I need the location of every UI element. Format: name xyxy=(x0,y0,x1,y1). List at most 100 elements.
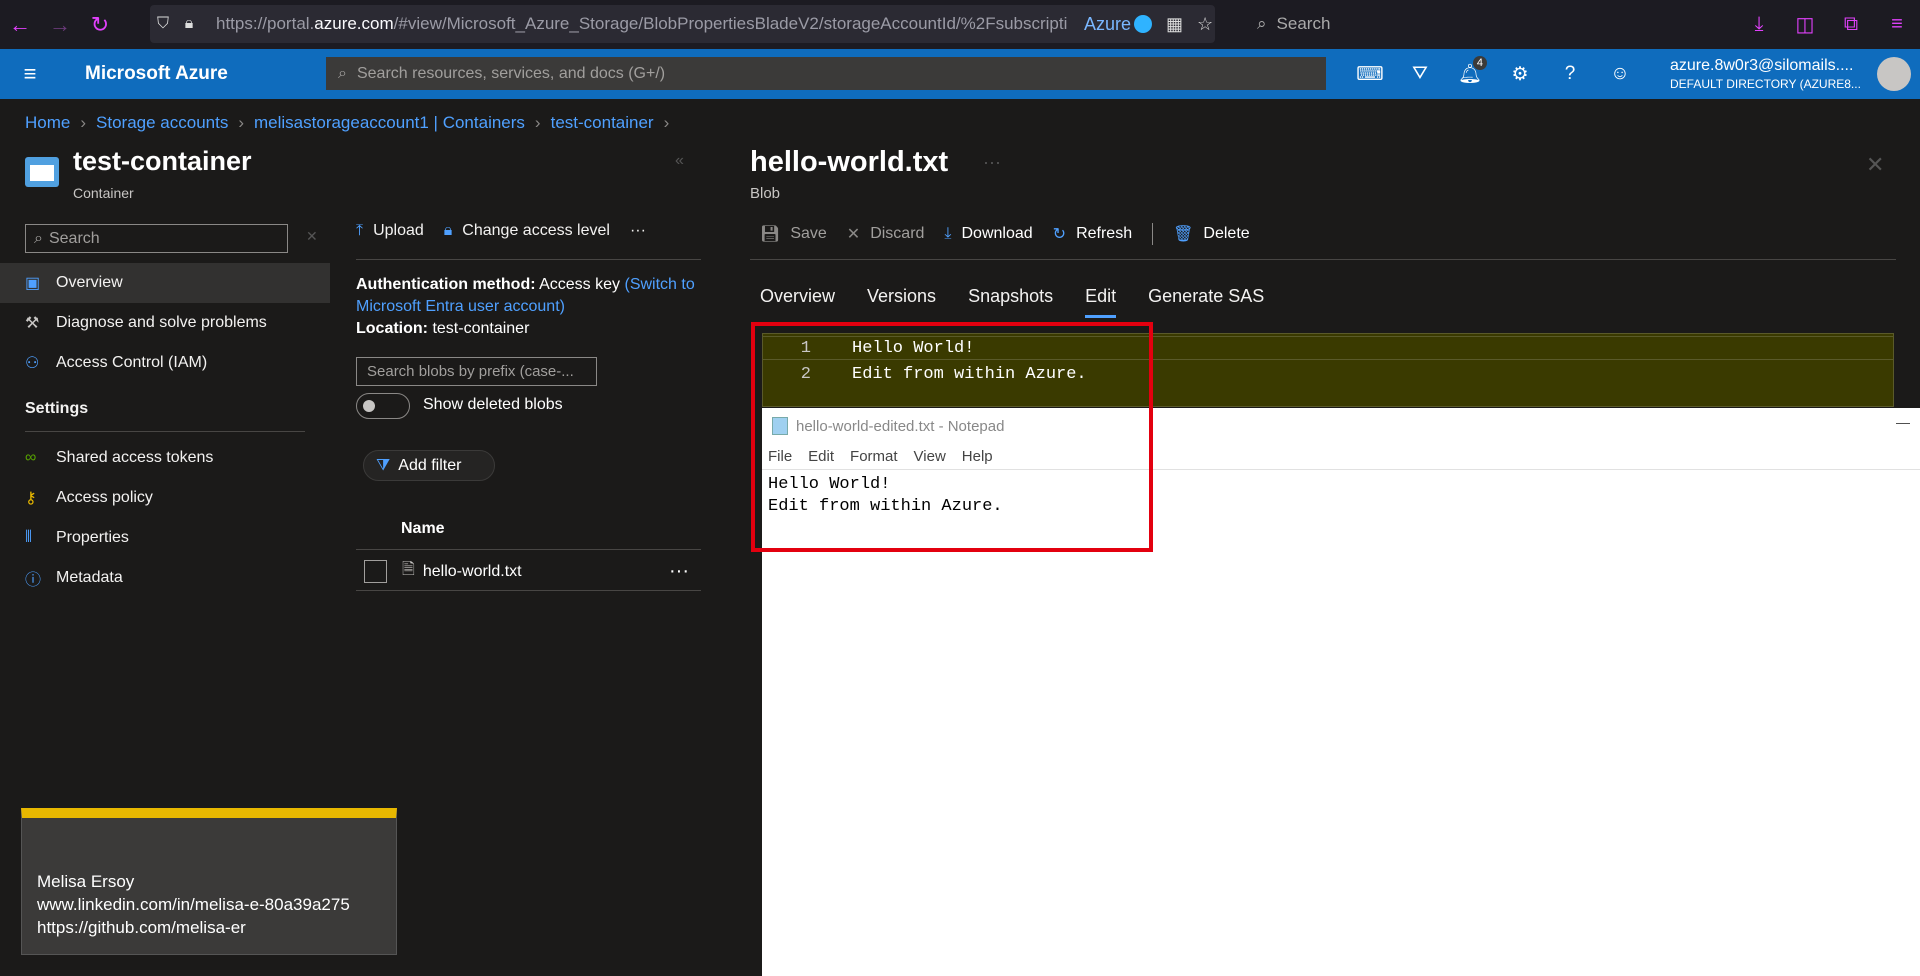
menu-item-metadata[interactable]: ⓘ Metadata xyxy=(0,558,330,598)
toolbar-separator xyxy=(1152,223,1154,245)
link-icon: ∞ xyxy=(25,449,37,466)
page-title: test-container xyxy=(73,146,252,176)
breadcrumb-home[interactable]: Home xyxy=(25,113,70,133)
lock-icon[interactable]: 🔒︎ xyxy=(444,222,453,240)
settings-gear-icon[interactable]: ⚙ xyxy=(1495,49,1545,99)
account-name: azure.8w0r3@silomails.... xyxy=(1670,57,1854,74)
forward-arrow-icon[interactable]: → xyxy=(40,0,80,49)
menu-icon[interactable]: ≡ xyxy=(1874,13,1920,36)
settings-heading: Settings xyxy=(25,400,89,417)
account-info[interactable]: azure.8w0r3@silomails.... DEFAULT DIRECT… xyxy=(1670,57,1861,91)
file-icon: 🗎 xyxy=(402,561,415,578)
browser-search[interactable]: ⌕ Search xyxy=(1257,5,1717,43)
author-name: Melisa Ersoy xyxy=(37,872,135,891)
filter-add-icon: ⧩ xyxy=(376,456,391,474)
show-deleted-label: Show deleted blobs xyxy=(423,396,563,413)
lock-icon[interactable]: 🔒︎ xyxy=(176,15,202,33)
row-more-options-icon[interactable]: ··· xyxy=(669,560,689,583)
discard-button[interactable]: Discard xyxy=(870,225,924,243)
menu-search-input[interactable]: ⌕ Search xyxy=(25,224,288,253)
notifications-bell-icon[interactable]: 🔔︎ 4 xyxy=(1445,49,1495,99)
minimize-icon[interactable]: — xyxy=(1896,414,1910,430)
browser-actions: ⤓ ◫ ⧉ ≡ xyxy=(1736,0,1920,49)
blob-more-icon[interactable]: ··· xyxy=(983,152,1001,173)
resource-menu: ▣ Overview ⚒ Diagnose and solve problems ⚇… xyxy=(0,263,330,598)
discard-x-icon: ✕ xyxy=(846,226,861,243)
download-icon: ⤓ xyxy=(944,225,952,242)
menu-item-diagnose[interactable]: ⚒ Diagnose and solve problems xyxy=(0,303,330,343)
back-arrow-icon[interactable]: ← xyxy=(0,0,40,49)
download-icon[interactable]: ⤓ xyxy=(1736,13,1782,36)
feedback-icon[interactable]: ☺ xyxy=(1595,49,1645,99)
signature-card: Melisa Ersoy www.linkedin.com/in/melisa-… xyxy=(21,808,397,955)
url-text[interactable]: https://portal.azure.com/#view/Microsoft… xyxy=(216,14,1076,34)
collapse-menu-icon[interactable]: « xyxy=(675,152,684,170)
avatar[interactable] xyxy=(1877,57,1911,91)
close-icon[interactable]: ✕ xyxy=(306,228,318,245)
blob-toolbar: 💾︎ Save ✕ Discard ⤓ Download ↻ Refresh 🗑… xyxy=(760,223,1250,245)
blob-subtitle: Blob xyxy=(750,185,781,202)
tab-edit[interactable]: Edit xyxy=(1085,286,1117,318)
global-search-input[interactable]: ⌕ Search resources, services, and docs (… xyxy=(326,57,1326,90)
search-icon: ⌕ xyxy=(1257,14,1267,33)
tab-generate-sas[interactable]: Generate SAS xyxy=(1148,286,1264,318)
global-search-placeholder: Search resources, services, and docs (G+… xyxy=(356,64,666,82)
browser-toolbar: ← → ↻ ⛉ 🔒︎ https://portal.azure.com/#vie… xyxy=(0,0,1920,49)
upload-button[interactable]: Upload xyxy=(373,222,424,240)
cloud-shell-icon[interactable]: ⌨ xyxy=(1345,49,1395,99)
add-filter-button[interactable]: ⧩ Add filter xyxy=(363,450,495,481)
refresh-button[interactable]: Refresh xyxy=(1076,225,1132,243)
chevron-right-icon: › xyxy=(663,113,670,132)
linkedin-url: www.linkedin.com/in/melisa-e-80a39a275 xyxy=(37,895,350,914)
search-icon: ⌕ xyxy=(338,64,347,82)
chevron-right-icon: › xyxy=(238,113,245,132)
tab-snapshots[interactable]: Snapshots xyxy=(968,286,1053,318)
menu-item-properties[interactable]: ⦀ Properties xyxy=(0,518,330,558)
divider xyxy=(750,259,1896,260)
save-icon: 💾︎ xyxy=(760,226,781,243)
tab-versions[interactable]: Versions xyxy=(867,286,936,318)
url-bar[interactable]: ⛉ 🔒︎ https://portal.azure.com/#view/Micr… xyxy=(150,5,1215,43)
directory-filter-icon[interactable]: ⛛ xyxy=(1395,49,1445,99)
menu-item-shared-access-tokens[interactable]: ∞ Shared access tokens xyxy=(0,438,330,478)
extension-puzzle-icon[interactable]: ⧉ xyxy=(1828,13,1874,36)
menu-item-access-policy[interactable]: ⚷ Access policy xyxy=(0,478,330,518)
blob-title: hello-world.txt xyxy=(750,146,949,178)
download-button[interactable]: Download xyxy=(962,225,1033,243)
extensions-grid-icon[interactable]: ▦ xyxy=(1166,14,1183,35)
azure-brand[interactable]: Microsoft Azure xyxy=(85,63,326,85)
menu-label: Access Control (IAM) xyxy=(56,354,208,371)
container-icon xyxy=(25,157,59,187)
close-blade-icon[interactable]: ✕ xyxy=(1866,152,1884,178)
row-checkbox[interactable] xyxy=(364,560,387,583)
bookmark-star-icon[interactable]: ☆ xyxy=(1197,14,1213,35)
sidebar-icon[interactable]: ◫ xyxy=(1782,12,1828,37)
blob-name-link[interactable]: hello-world.txt xyxy=(423,563,522,581)
breadcrumb-containers[interactable]: melisastorageaccount1 | Containers xyxy=(254,113,525,133)
page-subtitle: Container xyxy=(73,185,134,201)
menu-item-overview[interactable]: ▣ Overview xyxy=(0,263,330,303)
shield-icon[interactable]: ⛉ xyxy=(150,15,176,33)
delete-button[interactable]: Delete xyxy=(1203,225,1249,243)
show-deleted-toggle[interactable] xyxy=(356,393,410,419)
upload-icon[interactable]: ⤒ xyxy=(356,222,363,240)
highlight-box xyxy=(751,322,1153,552)
auth-method-label: Authentication method: xyxy=(356,276,536,293)
reload-icon[interactable]: ↻ xyxy=(80,0,120,49)
save-button[interactable]: Save xyxy=(790,225,826,243)
help-icon[interactable]: ? xyxy=(1545,49,1595,99)
table-row[interactable]: 🗎 hello-world.txt ··· xyxy=(356,553,701,591)
menu-search-placeholder: Search xyxy=(48,229,100,247)
menu-item-iam[interactable]: ⚇ Access Control (IAM) xyxy=(0,343,330,383)
more-options-button[interactable]: ··· xyxy=(630,222,646,240)
menu-label: Overview xyxy=(56,274,123,291)
blob-prefix-search-input[interactable]: Search blobs by prefix (case-... xyxy=(356,357,597,386)
column-header-name[interactable]: Name xyxy=(356,520,701,550)
tab-overview[interactable]: Overview xyxy=(760,286,835,318)
breadcrumb-test-container[interactable]: test-container xyxy=(551,113,654,133)
change-access-level-button[interactable]: Change access level xyxy=(462,222,610,240)
container-tag[interactable]: Azure xyxy=(1084,14,1131,35)
top-bar-icons: ⌨ ⛛ 🔔︎ 4 ⚙ ? ☺ xyxy=(1345,49,1645,99)
hamburger-menu-icon[interactable]: ≡ xyxy=(0,61,60,87)
breadcrumb-storage-accounts[interactable]: Storage accounts xyxy=(96,113,228,133)
